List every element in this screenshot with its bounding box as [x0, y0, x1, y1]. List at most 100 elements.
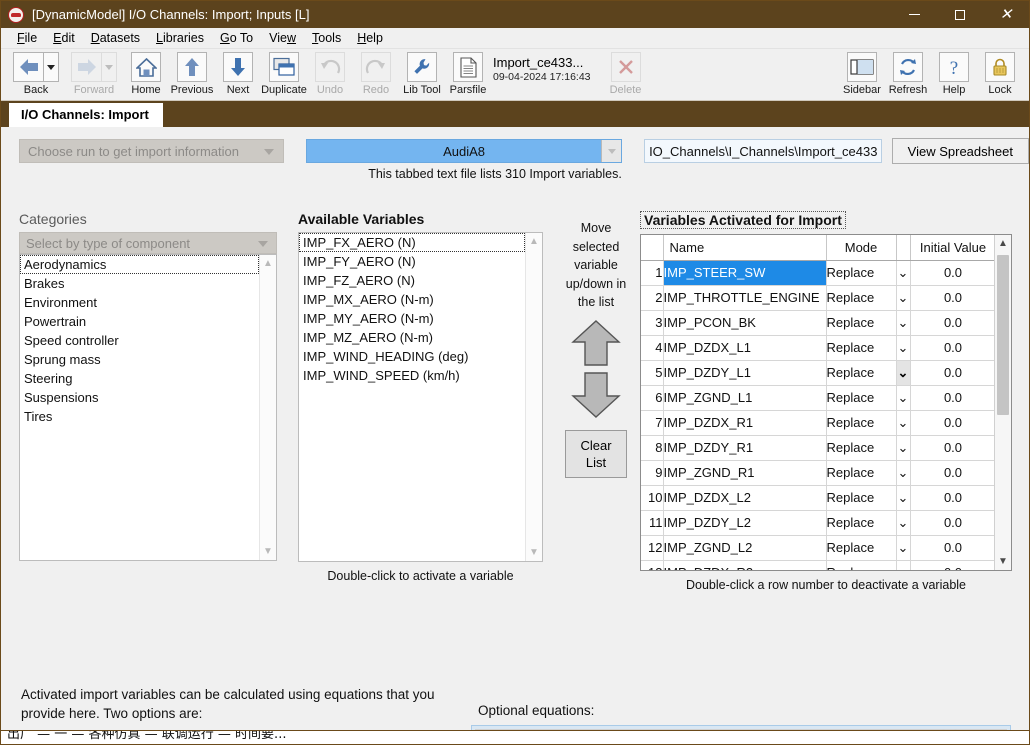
scroll-down-icon[interactable]: ▼	[526, 544, 542, 561]
mode-dropdown-button[interactable]: ⌄	[896, 335, 911, 361]
available-variable-item[interactable]: IMP_MX_AERO (N-m)	[299, 290, 525, 309]
redo-button[interactable]: Redo	[353, 51, 399, 96]
available-scrollbar[interactable]: ▲ ▼	[525, 233, 542, 561]
scroll-up-icon[interactable]: ▲	[995, 235, 1011, 252]
row-number-cell[interactable]: 12	[641, 535, 664, 561]
activated-table-scrollbar[interactable]: ▲ ▼	[994, 235, 1011, 570]
table-row[interactable]: 2 IMP_THROTTLE_ENGINE Replace ⌄ 0.0	[641, 285, 997, 311]
row-number-cell[interactable]: 3	[641, 310, 664, 336]
variable-name-cell[interactable]: IMP_ZGND_L1	[663, 385, 827, 411]
duplicate-button[interactable]: Duplicate	[261, 51, 307, 96]
table-row[interactable]: 9 IMP_ZGND_R1 Replace ⌄ 0.0	[641, 460, 997, 486]
minimize-button[interactable]	[891, 1, 937, 28]
category-item[interactable]: Tires	[20, 407, 259, 426]
category-item[interactable]: Speed controller	[20, 331, 259, 350]
variable-name-cell[interactable]: IMP_THROTTLE_ENGINE	[663, 285, 827, 311]
mode-dropdown-button[interactable]: ⌄	[896, 535, 911, 561]
category-item[interactable]: Powertrain	[20, 312, 259, 331]
category-item[interactable]: Steering	[20, 369, 259, 388]
available-variable-item[interactable]: IMP_MY_AERO (N-m)	[299, 309, 525, 328]
category-type-select[interactable]: Select by type of component	[19, 232, 277, 254]
available-variable-item[interactable]: IMP_FZ_AERO (N)	[299, 271, 525, 290]
scroll-thumb[interactable]	[997, 255, 1009, 415]
available-variable-item[interactable]: IMP_FY_AERO (N)	[299, 252, 525, 271]
forward-dropdown-button[interactable]	[101, 52, 117, 82]
variable-name-cell[interactable]: IMP_DZDY_R1	[663, 435, 827, 461]
variable-name-cell[interactable]: IMP_DZDY_L1	[663, 360, 827, 386]
help-button[interactable]: ? Help	[931, 51, 977, 96]
move-down-button[interactable]	[570, 370, 622, 420]
available-variable-item[interactable]: IMP_FX_AERO (N)	[299, 233, 525, 252]
category-item[interactable]: Environment	[20, 293, 259, 312]
category-item[interactable]: Aerodynamics	[20, 255, 259, 274]
clear-list-button[interactable]: Clear List	[565, 429, 627, 478]
variable-name-cell[interactable]: IMP_DZDX_R1	[663, 410, 827, 436]
mode-dropdown-button[interactable]: ⌄	[896, 410, 911, 436]
run-selector-combo[interactable]: Choose run to get import information	[19, 139, 285, 163]
variable-name-cell[interactable]: IMP_DZDY_L2	[663, 510, 827, 536]
menu-datasets[interactable]: Datasets	[83, 29, 148, 47]
mode-cell[interactable]: Replace	[826, 460, 897, 486]
table-row[interactable]: 6 IMP_ZGND_L1 Replace ⌄ 0.0	[641, 385, 997, 411]
variable-name-cell[interactable]: IMP_ZGND_R1	[663, 460, 827, 486]
lib-tool-button[interactable]: Lib Tool	[399, 51, 445, 96]
table-row[interactable]: 3 IMP_PCON_BK Replace ⌄ 0.0	[641, 310, 997, 336]
row-number-cell[interactable]: 6	[641, 385, 664, 411]
initial-value-cell[interactable]: 0.0	[910, 285, 997, 311]
mode-dropdown-button[interactable]: ⌄	[896, 560, 911, 570]
mode-cell[interactable]: Replace	[826, 485, 897, 511]
available-variable-item[interactable]: IMP_MZ_AERO (N-m)	[299, 328, 525, 347]
table-row[interactable]: 12 IMP_ZGND_L2 Replace ⌄ 0.0	[641, 535, 997, 561]
row-number-cell[interactable]: 13	[641, 560, 664, 570]
initial-value-cell[interactable]: 0.0	[910, 510, 997, 536]
initial-value-cell[interactable]: 0.0	[910, 435, 997, 461]
categories-scrollbar[interactable]: ▲ ▼	[259, 255, 276, 560]
mode-dropdown-button[interactable]: ⌄	[896, 435, 911, 461]
menu-help[interactable]: Help	[349, 29, 391, 47]
row-number-cell[interactable]: 2	[641, 285, 664, 311]
menu-edit[interactable]: Edit	[45, 29, 83, 47]
delete-button[interactable]: Delete	[603, 51, 649, 96]
initial-value-cell[interactable]: 0.0	[910, 485, 997, 511]
initial-value-cell[interactable]: 0.0	[910, 335, 997, 361]
initial-value-cell[interactable]: 0.0	[910, 535, 997, 561]
mode-cell[interactable]: Replace	[826, 535, 897, 561]
mode-cell[interactable]: Replace	[826, 560, 897, 570]
mode-cell[interactable]: Replace	[826, 360, 897, 386]
scroll-up-icon[interactable]: ▲	[526, 233, 542, 250]
back-button[interactable]: Back	[7, 51, 65, 96]
mode-dropdown-button[interactable]: ⌄	[896, 260, 911, 286]
available-variable-item[interactable]: IMP_WIND_HEADING (deg)	[299, 347, 525, 366]
maximize-button[interactable]	[937, 1, 983, 28]
mode-dropdown-button[interactable]: ⌄	[896, 385, 911, 411]
menu-goto[interactable]: Go To	[212, 29, 261, 47]
variable-name-cell[interactable]: IMP_STEER_SW	[663, 260, 827, 286]
row-number-cell[interactable]: 5	[641, 360, 664, 386]
row-number-cell[interactable]: 7	[641, 410, 664, 436]
table-row[interactable]: 11 IMP_DZDY_L2 Replace ⌄ 0.0	[641, 510, 997, 536]
refresh-button[interactable]: Refresh	[885, 51, 931, 96]
row-number-cell[interactable]: 10	[641, 485, 664, 511]
category-item[interactable]: Brakes	[20, 274, 259, 293]
mode-dropdown-button[interactable]: ⌄	[896, 460, 911, 486]
category-item[interactable]: Suspensions	[20, 388, 259, 407]
variable-name-cell[interactable]: IMP_PCON_BK	[663, 310, 827, 336]
category-item[interactable]: Sprung mass	[20, 350, 259, 369]
table-row[interactable]: 5 IMP_DZDY_L1 Replace ⌄ 0.0	[641, 360, 997, 386]
undo-button[interactable]: Undo	[307, 51, 353, 96]
available-variable-item[interactable]: IMP_WIND_SPEED (km/h)	[299, 366, 525, 385]
import-path-input[interactable]: IO_Channels\I_Channels\Import_ce433	[644, 139, 882, 163]
initial-value-cell[interactable]: 0.0	[910, 410, 997, 436]
previous-button[interactable]: Previous	[169, 51, 215, 96]
mode-cell[interactable]: Replace	[826, 385, 897, 411]
mode-dropdown-button[interactable]: ⌄	[896, 485, 911, 511]
row-number-cell[interactable]: 1	[641, 260, 664, 286]
table-row[interactable]: 8 IMP_DZDY_R1 Replace ⌄ 0.0	[641, 435, 997, 461]
dataset-dropdown-button[interactable]	[601, 140, 622, 162]
initial-value-cell[interactable]: 0.0	[910, 360, 997, 386]
menu-libraries[interactable]: Libraries	[148, 29, 212, 47]
row-number-cell[interactable]: 9	[641, 460, 664, 486]
table-row[interactable]: 13IMP_DZDX_R2Replace⌄0.0	[641, 560, 997, 570]
initial-value-cell[interactable]: 0.0	[910, 460, 997, 486]
mode-cell[interactable]: Replace	[826, 310, 897, 336]
